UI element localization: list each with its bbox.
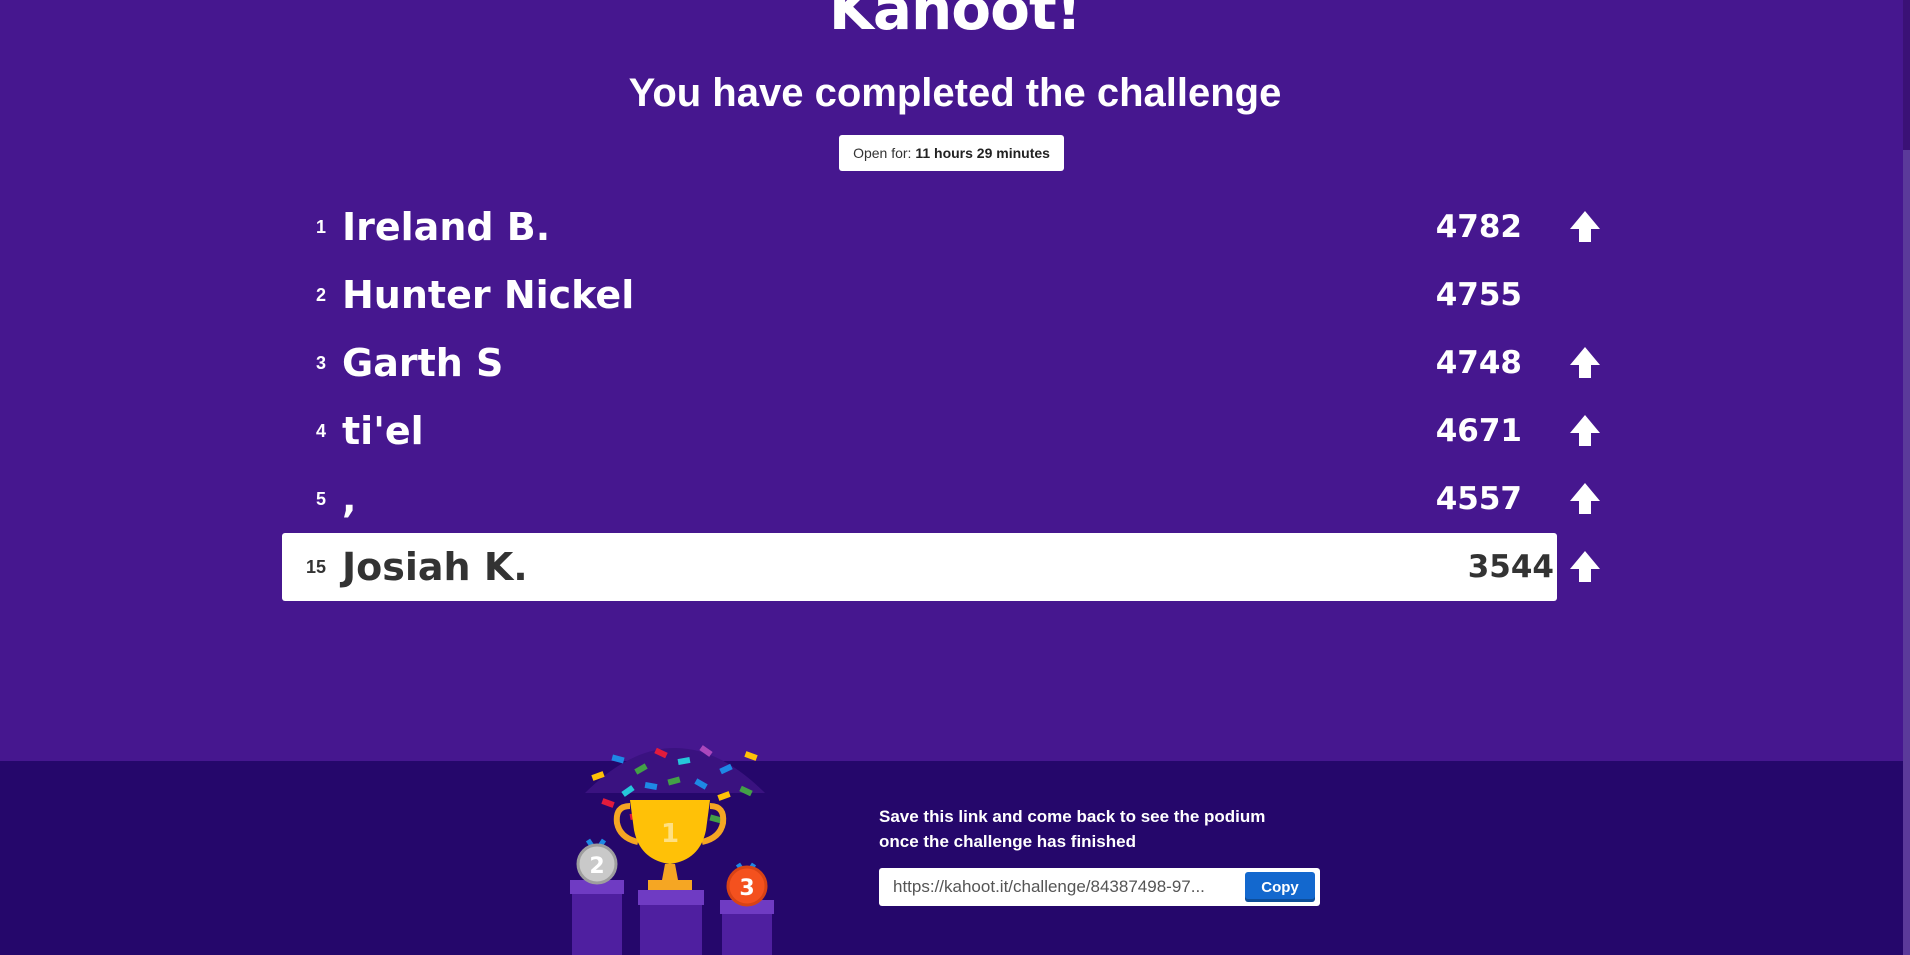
current-player-row: 15 Josiah K. 3544 (282, 533, 1602, 601)
player-name: ti'el (342, 409, 424, 453)
rank-number: 2 (315, 285, 326, 305)
save-link-instructions: Save this link and come back to see the … (879, 807, 1266, 851)
rank-up-arrow-icon (1570, 347, 1600, 378)
trophy-podium-illustration: 1 2 3 (570, 745, 774, 955)
page-scrollbar[interactable] (1903, 0, 1910, 955)
trophy-icon: 1 (613, 800, 727, 890)
player-score: 4748 (1435, 345, 1522, 381)
rank-up-arrow-icon (1570, 483, 1600, 514)
challenge-link-box: Copy (879, 868, 1320, 906)
rank-number: 1 (315, 217, 326, 237)
challenge-results-page: Kahoot! You have completed the challenge… (0, 0, 1910, 955)
player-name: Ireland B. (342, 205, 551, 249)
trophy-number: 1 (661, 819, 679, 849)
page-title: You have completed the challenge (628, 71, 1282, 115)
leaderboard-row: 3 Garth S 4748 (282, 329, 1602, 397)
player-name: Josiah K. (342, 545, 528, 589)
leaderboard-row: 2 Hunter Nickel 4755 (282, 261, 1602, 329)
footer-panel (0, 761, 1910, 955)
open-for-label: Open for: (853, 145, 912, 161)
open-for-value: 11 hours 29 minutes (915, 145, 1050, 161)
bronze-medal-icon: 3 (726, 862, 768, 907)
rank-number: 5 (315, 489, 326, 509)
rank-number: 3 (315, 353, 326, 373)
leaderboard-row: 4 ti'el 4671 (282, 397, 1602, 465)
leaderboard-row: 5 , 4557 (282, 465, 1602, 533)
open-for-badge: Open for: 11 hours 29 minutes (839, 135, 1064, 171)
player-score: 3544 (1467, 549, 1554, 585)
player-score: 4755 (1435, 277, 1522, 313)
rank-up-arrow-icon (1570, 211, 1600, 242)
player-score: 4557 (1435, 481, 1522, 517)
player-score: 4782 (1435, 209, 1522, 245)
player-name: , (342, 477, 357, 521)
kahoot-logo: Kahoot! (828, 0, 1082, 43)
leaderboard: 1 Ireland B. 4782 2 Hunter Nickel 4755 3… (282, 193, 1602, 601)
scrollbar-thumb[interactable] (1903, 150, 1910, 955)
silver-medal-icon: 2 (576, 838, 618, 885)
silver-medal-number: 2 (589, 854, 604, 879)
player-name: Garth S (342, 341, 504, 385)
player-name: Hunter Nickel (342, 273, 635, 317)
leaderboard-row: 1 Ireland B. 4782 (282, 193, 1602, 261)
rank-number: 15 (305, 557, 326, 577)
rank-up-arrow-icon (1570, 551, 1600, 582)
bronze-medal-number: 3 (739, 876, 754, 901)
player-score: 4671 (1435, 413, 1522, 449)
rank-number: 4 (315, 421, 326, 441)
challenge-link-input[interactable] (893, 868, 1238, 906)
copy-link-button[interactable]: Copy (1245, 872, 1315, 902)
rank-up-arrow-icon (1570, 415, 1600, 446)
